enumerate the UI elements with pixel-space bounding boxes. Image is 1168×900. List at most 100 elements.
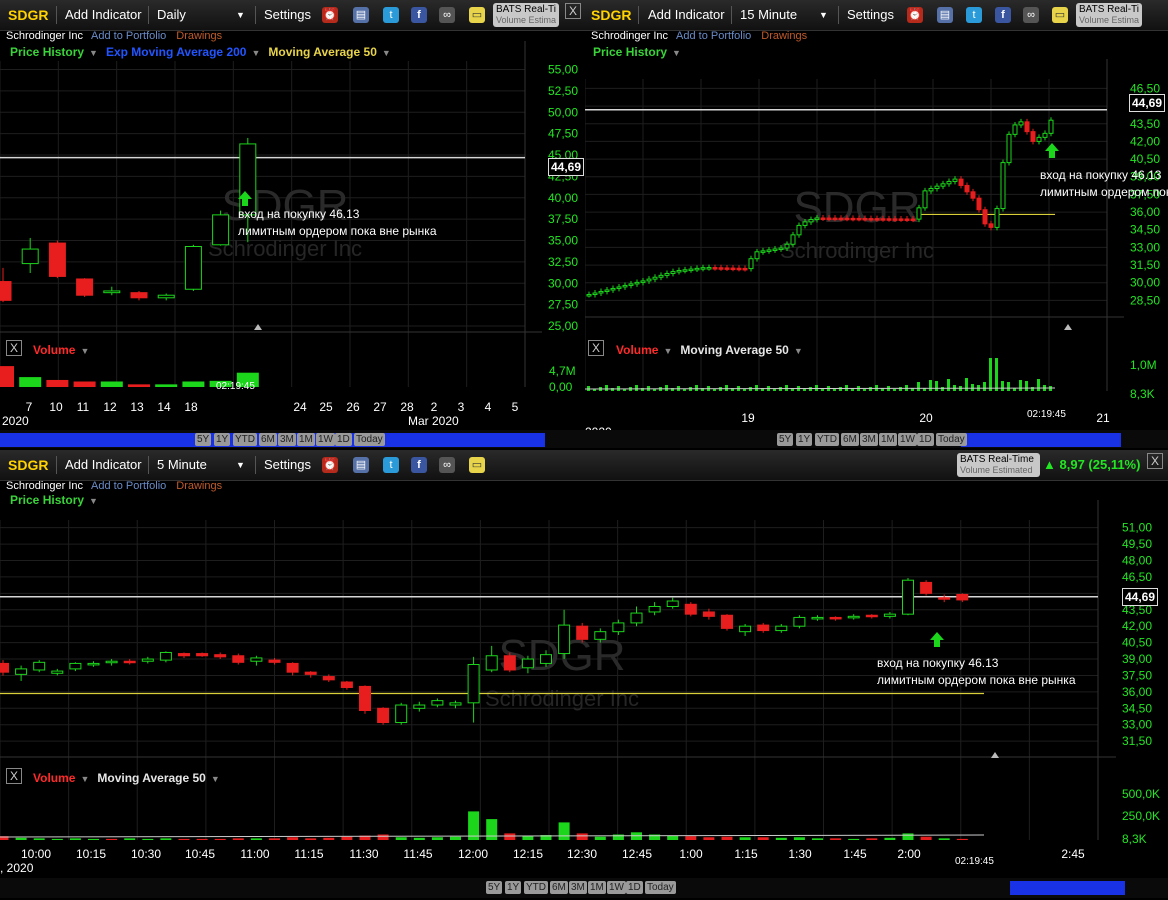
range-button-1m[interactable]: 1M	[297, 433, 315, 446]
range-button-ytd[interactable]: YTD	[233, 433, 257, 446]
database-icon[interactable]: ▤	[937, 7, 953, 23]
range-button-5y[interactable]: 5Y	[777, 433, 794, 446]
close-panel-button[interactable]: X	[1147, 453, 1163, 469]
range-button-today[interactable]: Today	[645, 881, 676, 894]
binoculars-icon[interactable]: ∞	[439, 457, 455, 473]
range-button-1w[interactable]: 1W	[316, 433, 335, 446]
price-chart-5min[interactable]: 51,0049,5048,0046,5045,0043,5042,0040,50…	[0, 480, 1168, 900]
alarm-clock-icon[interactable]: ⏰	[907, 7, 923, 23]
symbol-label[interactable]: SDGR	[591, 7, 631, 23]
volume-bar	[935, 381, 938, 391]
navigator-bar[interactable]: 5Y 1Y YTD 6M 3M 1M 1W 1D Today	[585, 430, 1168, 448]
settings-button[interactable]: Settings	[264, 7, 311, 22]
range-button-today[interactable]: Today	[936, 433, 967, 446]
navigator-bar[interactable]: 5Y 1Y YTD 6M 3M 1M 1W 1D Today	[0, 878, 1168, 898]
candle-up	[540, 654, 552, 664]
close-panel-button[interactable]: X	[565, 3, 581, 19]
range-button-3m[interactable]: 3M	[860, 433, 878, 446]
candle-down	[868, 218, 874, 221]
range-button-today[interactable]: Today	[354, 433, 385, 446]
range-button-1y[interactable]: 1Y	[796, 433, 813, 446]
range-button-ytd[interactable]: YTD	[524, 881, 548, 894]
range-button-1d[interactable]: 1D	[335, 433, 352, 446]
close-volume-button[interactable]: X	[588, 340, 604, 356]
range-button-1y[interactable]: 1Y	[214, 433, 231, 446]
volume-bar	[965, 378, 968, 391]
candle-down	[910, 218, 916, 222]
y-tick-label: 36,00	[1122, 685, 1152, 699]
range-button-1w[interactable]: 1W	[898, 433, 917, 446]
price-chart-daily[interactable]: 55,0052,5050,0047,5045,0042,5040,0037,50…	[0, 30, 585, 450]
close-volume-button[interactable]: X	[6, 340, 22, 356]
candle-up	[1000, 162, 1006, 210]
add-indicator-button[interactable]: Add Indicator	[65, 7, 142, 22]
candle-up	[814, 217, 820, 221]
range-button-1m[interactable]: 1M	[588, 881, 606, 894]
close-volume-button[interactable]: X	[6, 768, 22, 784]
volume-bar	[743, 389, 746, 391]
candle-up	[922, 190, 928, 209]
candle-up	[21, 248, 39, 265]
range-button-1y[interactable]: 1Y	[505, 881, 522, 894]
y-tick-label: 50,00	[548, 105, 578, 119]
add-indicator-button[interactable]: Add Indicator	[648, 7, 725, 22]
legend-volume[interactable]: Volume	[33, 343, 75, 357]
candle-up	[413, 704, 426, 709]
legend-volume-ma50[interactable]: Moving Average 50	[97, 771, 205, 785]
facebook-icon[interactable]: f	[411, 7, 427, 23]
legend-volume[interactable]: Volume	[616, 343, 658, 357]
add-indicator-button[interactable]: Add Indicator	[65, 457, 142, 472]
range-button-5y[interactable]: 5Y	[195, 433, 212, 446]
legend-volume-ma50[interactable]: Moving Average 50	[680, 343, 788, 357]
chevron-down-icon[interactable]: ▼	[236, 10, 245, 20]
alarm-clock-icon[interactable]: ⏰	[322, 457, 338, 473]
navigator-bar[interactable]: 5Y 1Y YTD 6M 3M 1M 1W 1D Today	[0, 430, 585, 448]
y-tick-label: 36,00	[1130, 205, 1160, 219]
range-button-6m[interactable]: 6M	[259, 433, 277, 446]
settings-button[interactable]: Settings	[847, 7, 894, 22]
symbol-label[interactable]: SDGR	[8, 7, 48, 23]
legend-volume[interactable]: Volume	[33, 771, 75, 785]
candle-down	[702, 611, 715, 617]
y-tick-label: 27,50	[548, 298, 578, 312]
range-button-1d[interactable]: 1D	[626, 881, 643, 894]
twitter-icon[interactable]: t	[383, 457, 399, 473]
twitter-icon[interactable]: t	[966, 7, 982, 23]
range-button-1m[interactable]: 1M	[879, 433, 897, 446]
symbol-label[interactable]: SDGR	[8, 457, 48, 473]
candle-up	[467, 664, 480, 704]
database-icon[interactable]: ▤	[353, 7, 369, 23]
range-button-3m[interactable]: 3M	[569, 881, 587, 894]
range-button-1w[interactable]: 1W	[607, 881, 626, 894]
volume-bar	[863, 389, 866, 391]
range-button-6m[interactable]: 6M	[550, 881, 568, 894]
y-tick-label: 28,50	[1130, 293, 1160, 307]
interval-select[interactable]: Daily	[157, 7, 186, 22]
binoculars-icon[interactable]: ∞	[1023, 7, 1039, 23]
note-icon[interactable]: ▭	[469, 457, 485, 473]
note-icon[interactable]: ▭	[1052, 7, 1068, 23]
y-tick-label: 32,50	[548, 255, 578, 269]
range-button-1d[interactable]: 1D	[917, 433, 934, 446]
settings-button[interactable]: Settings	[264, 457, 311, 472]
note-icon[interactable]: ▭	[469, 7, 485, 23]
chevron-down-icon[interactable]: ▼	[236, 460, 245, 470]
facebook-icon[interactable]: f	[995, 7, 1011, 23]
interval-select[interactable]: 5 Minute	[157, 457, 207, 472]
facebook-icon[interactable]: f	[411, 457, 427, 473]
alarm-clock-icon[interactable]: ⏰	[322, 7, 338, 23]
arrow-up-icon	[1045, 143, 1059, 158]
range-button-ytd[interactable]: YTD	[815, 433, 839, 446]
chevron-down-icon[interactable]: ▼	[819, 10, 828, 20]
range-button-5y[interactable]: 5Y	[486, 881, 503, 894]
volume-bar	[250, 838, 262, 840]
range-button-6m[interactable]: 6M	[841, 433, 859, 446]
binoculars-icon[interactable]: ∞	[439, 7, 455, 23]
range-button-3m[interactable]: 3M	[278, 433, 296, 446]
price-chart-15min[interactable]: 46,5045,0043,5042,0040,5039,0037,5036,00…	[585, 30, 1168, 450]
database-icon[interactable]: ▤	[353, 457, 369, 473]
twitter-icon[interactable]: t	[383, 7, 399, 23]
interval-select[interactable]: 15 Minute	[740, 7, 797, 22]
volume-bar	[989, 358, 992, 391]
volume-bar	[721, 836, 733, 840]
